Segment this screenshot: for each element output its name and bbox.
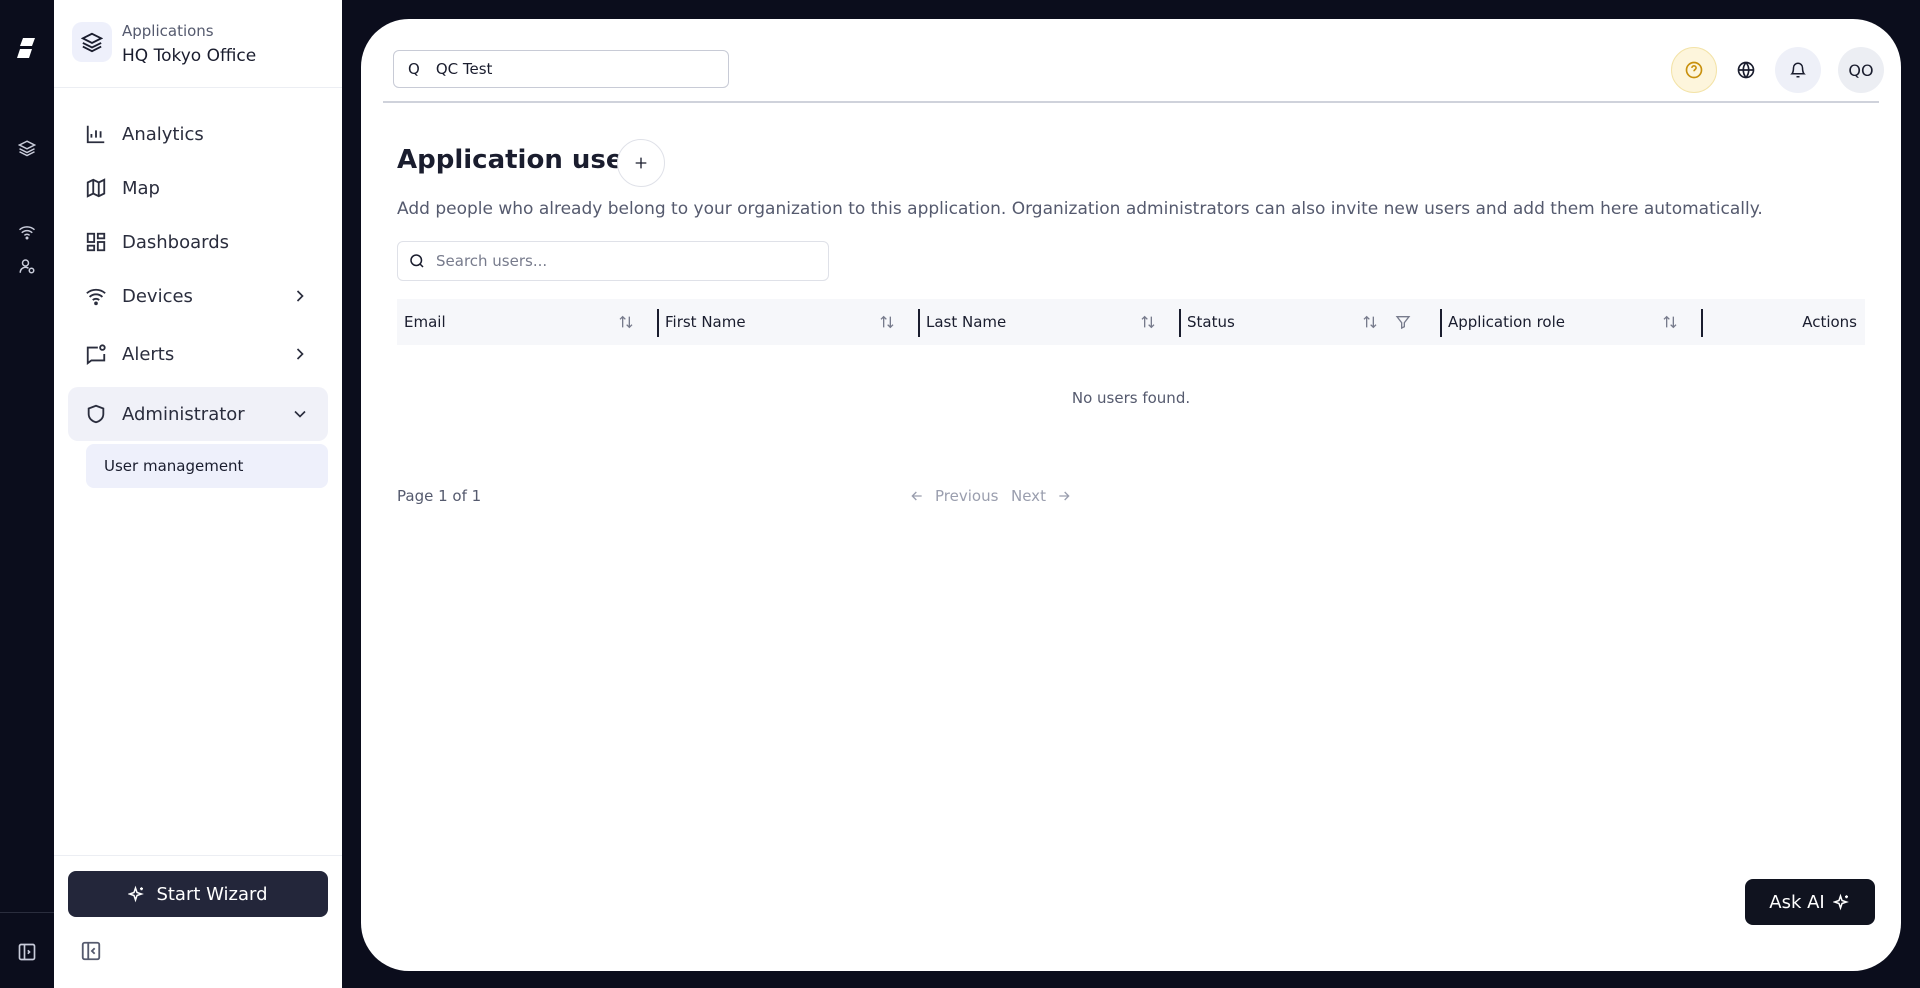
- shield-icon: [84, 402, 108, 426]
- column-email[interactable]: Email: [404, 299, 654, 345]
- chevron-right-icon: [296, 348, 304, 360]
- globe-icon: [1737, 61, 1755, 79]
- bell-icon: [1790, 62, 1806, 78]
- nav-dashboards[interactable]: Dashboards: [68, 217, 328, 267]
- search-icon: [410, 254, 424, 268]
- nav-devices[interactable]: Devices: [68, 271, 328, 321]
- sparkle-icon: [128, 885, 145, 903]
- nav-analytics[interactable]: Analytics: [68, 109, 328, 159]
- main-content: Q QC Test QO Application users Add peopl…: [361, 19, 1901, 971]
- column-first-name[interactable]: First Name: [665, 299, 915, 345]
- layers-icon: [72, 22, 112, 62]
- plus-icon: [635, 157, 647, 169]
- page-title: Application users: [397, 145, 652, 175]
- sort-icon[interactable]: [879, 314, 895, 330]
- global-search-value: QC Test: [435, 60, 493, 78]
- notifications-button[interactable]: [1775, 47, 1821, 93]
- ask-ai-label: Ask AI: [1769, 891, 1825, 913]
- previous-label: Previous: [935, 487, 999, 505]
- nav-label: Analytics: [122, 123, 204, 145]
- sort-icon[interactable]: [1362, 314, 1378, 330]
- sort-icon[interactable]: [1140, 314, 1156, 330]
- nav-map[interactable]: Map: [68, 163, 328, 213]
- column-label: Application role: [1448, 313, 1565, 331]
- sidebar: Applications HQ Tokyo Office Analytics M…: [54, 0, 342, 988]
- column-resizer[interactable]: [1701, 309, 1703, 337]
- app-switcher[interactable]: Applications HQ Tokyo Office: [54, 0, 342, 88]
- next-label: Next: [1011, 487, 1046, 505]
- brand-logo-icon[interactable]: [0, 28, 54, 68]
- column-last-name[interactable]: Last Name: [926, 299, 1176, 345]
- search-prefix: Q: [408, 60, 420, 78]
- arrow-right-icon: [1059, 491, 1070, 501]
- header-divider: [383, 101, 1879, 103]
- collapse-sidebar-icon[interactable]: [80, 940, 102, 962]
- nav-label: Administrator: [122, 403, 245, 425]
- column-label: Status: [1187, 313, 1235, 331]
- rail-divider: [0, 912, 54, 913]
- app-label: Applications: [122, 22, 214, 40]
- column-resizer[interactable]: [918, 309, 920, 337]
- language-button[interactable]: [1723, 47, 1769, 93]
- help-button[interactable]: [1671, 47, 1717, 93]
- nav-label: Alerts: [122, 343, 175, 365]
- bar-chart-icon: [84, 122, 108, 146]
- sort-icon[interactable]: [618, 314, 634, 330]
- nav-label: Devices: [122, 285, 193, 307]
- app-name: HQ Tokyo Office: [122, 46, 257, 66]
- chevron-right-icon: [296, 290, 304, 302]
- page-info: Page 1 of 1: [397, 487, 482, 505]
- nav-label: Map: [122, 177, 160, 199]
- user-search-input[interactable]: [436, 252, 816, 270]
- map-icon: [84, 176, 108, 200]
- column-resizer[interactable]: [657, 309, 659, 337]
- sparkle-icon: [1832, 893, 1849, 911]
- next-page-button[interactable]: Next: [1011, 487, 1072, 505]
- column-actions: Actions: [1709, 299, 1857, 345]
- nav-administrator[interactable]: Administrator: [68, 387, 328, 441]
- page-description: Add people who already belong to your or…: [397, 199, 1763, 219]
- user-avatar[interactable]: QO: [1838, 47, 1884, 93]
- filter-icon[interactable]: [1395, 314, 1411, 330]
- column-resizer[interactable]: [1440, 309, 1442, 337]
- column-resizer[interactable]: [1179, 309, 1181, 337]
- user-settings-icon[interactable]: [0, 246, 54, 286]
- alert-message-icon: [84, 342, 108, 366]
- wifi-icon: [84, 284, 108, 308]
- nav-sub-label: User management: [104, 457, 244, 475]
- users-table-header: Email First Name Last Name Status Applic…: [397, 299, 1865, 345]
- nav-alerts[interactable]: Alerts: [68, 329, 328, 379]
- nav-user-management[interactable]: User management: [86, 444, 328, 488]
- start-wizard-button[interactable]: Start Wizard: [68, 871, 328, 917]
- avatar-initials: QO: [1848, 60, 1874, 80]
- start-wizard-label: Start Wizard: [156, 883, 268, 905]
- nav-label: Dashboards: [122, 231, 230, 253]
- column-label: Email: [404, 313, 446, 331]
- column-status[interactable]: Status: [1187, 299, 1437, 345]
- ask-ai-button[interactable]: Ask AI: [1745, 879, 1875, 925]
- user-search[interactable]: [397, 241, 829, 281]
- arrow-left-icon: [911, 491, 922, 501]
- empty-state: No users found.: [1071, 389, 1191, 407]
- chevron-down-icon: [294, 410, 306, 418]
- previous-page-button[interactable]: Previous: [909, 487, 998, 505]
- help-icon: [1685, 61, 1703, 79]
- column-application-role[interactable]: Application role: [1448, 299, 1698, 345]
- add-user-button[interactable]: [617, 139, 665, 187]
- column-label: Actions: [1802, 313, 1857, 331]
- sort-icon[interactable]: [1662, 314, 1678, 330]
- layers-icon[interactable]: [0, 128, 54, 168]
- dashboard-icon: [84, 230, 108, 254]
- column-label: Last Name: [926, 313, 1007, 331]
- column-label: First Name: [665, 313, 746, 331]
- app-rail: [0, 0, 54, 988]
- global-search[interactable]: Q QC Test: [393, 50, 729, 88]
- panel-toggle-icon[interactable]: [0, 932, 54, 972]
- sidebar-divider: [54, 855, 342, 856]
